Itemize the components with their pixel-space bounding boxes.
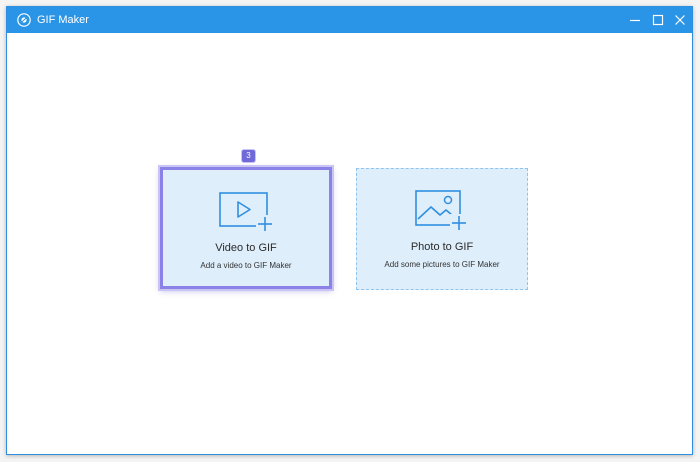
gif-maker-window: GIF Maker — [6, 6, 693, 455]
minimize-button[interactable] — [626, 11, 644, 29]
title-bar[interactable]: GIF Maker — [7, 7, 692, 33]
app-logo-icon — [17, 13, 31, 27]
maximize-icon — [652, 14, 664, 26]
photo-to-gif-card[interactable]: Photo to GIF Add some pictures to GIF Ma… — [356, 168, 528, 290]
photo-add-icon — [412, 187, 472, 238]
close-icon — [675, 15, 685, 25]
photo-to-gif-title: Photo to GIF — [410, 241, 474, 253]
video-to-gif-card[interactable]: Video to GIF Add a video to GIF Maker — [160, 167, 332, 289]
close-button[interactable] — [671, 11, 689, 29]
window-title: GIF Maker — [37, 14, 89, 26]
step-badge: 3 — [241, 149, 256, 163]
minimize-icon — [630, 19, 640, 22]
photo-to-gif-description: Add some pictures to GIF Maker — [384, 260, 500, 269]
video-add-icon — [216, 189, 276, 238]
maximize-button[interactable] — [649, 11, 667, 29]
video-to-gif-title: Video to GIF — [215, 242, 277, 254]
video-to-gif-description: Add a video to GIF Maker — [200, 261, 292, 270]
